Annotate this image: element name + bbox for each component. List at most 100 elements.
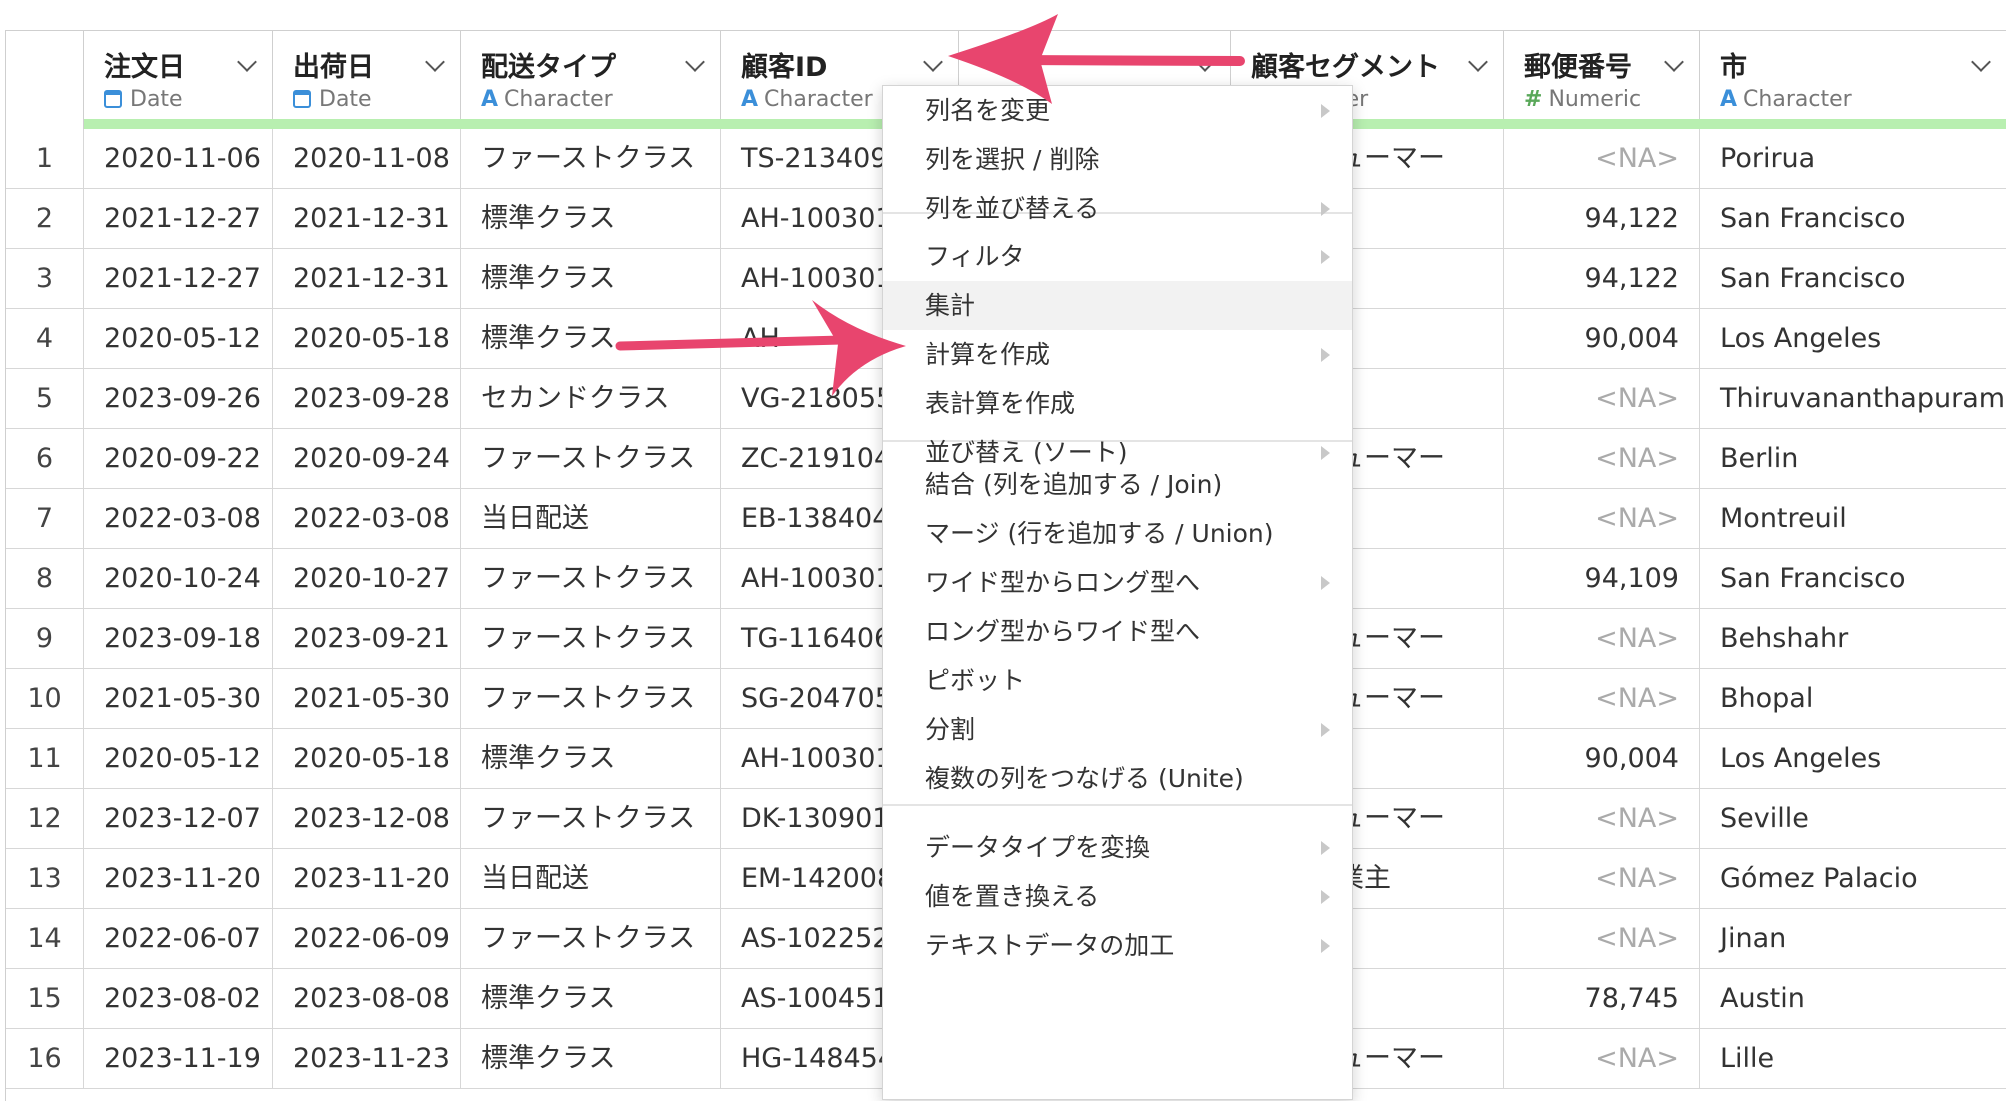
menu-item[interactable]: データタイプを変換: [883, 823, 1352, 872]
cell-city[interactable]: Porirua: [1700, 129, 2006, 189]
cell-postal-code[interactable]: <NA>: [1504, 849, 1700, 909]
cell-ship-date[interactable]: 2023-12-08: [273, 789, 461, 849]
cell-ship-mode[interactable]: ファーストクラス: [461, 789, 721, 849]
chevron-down-icon[interactable]: [923, 52, 943, 72]
row-index[interactable]: 16: [6, 1029, 84, 1089]
cell-postal-code[interactable]: 90,004: [1504, 309, 1700, 369]
cell-postal-code[interactable]: <NA>: [1504, 369, 1700, 429]
cell-postal-code[interactable]: <NA>: [1504, 1029, 1700, 1089]
row-index[interactable]: 1: [6, 129, 84, 189]
cell-ship-mode[interactable]: ファーストクラス: [461, 429, 721, 489]
menu-item[interactable]: 分割: [883, 705, 1352, 754]
cell-city[interactable]: Los Angeles: [1700, 729, 2006, 789]
chevron-down-icon[interactable]: [1195, 52, 1215, 72]
cell-ship-mode[interactable]: ファーストクラス: [461, 909, 721, 969]
menu-item[interactable]: ピボット: [883, 656, 1352, 705]
row-index[interactable]: 12: [6, 789, 84, 849]
row-index[interactable]: 8: [6, 549, 84, 609]
menu-item[interactable]: フィルタ: [883, 232, 1352, 281]
cell-ship-mode[interactable]: 当日配送: [461, 489, 721, 549]
cell-order-date[interactable]: 2021-12-27: [84, 189, 273, 249]
cell-ship-mode[interactable]: ファーストクラス: [461, 549, 721, 609]
cell-ship-mode[interactable]: 標準クラス: [461, 249, 721, 309]
cell-postal-code[interactable]: 94,122: [1504, 189, 1700, 249]
chevron-down-icon[interactable]: [1664, 52, 1684, 72]
cell-order-date[interactable]: 2022-06-07: [84, 909, 273, 969]
cell-ship-date[interactable]: 2020-11-08: [273, 129, 461, 189]
cell-postal-code[interactable]: <NA>: [1504, 609, 1700, 669]
column-header-postal-code[interactable]: 郵便番号 # Numeric: [1504, 31, 1700, 129]
chevron-down-icon[interactable]: [237, 52, 257, 72]
cell-ship-date[interactable]: 2021-12-31: [273, 249, 461, 309]
row-index[interactable]: 2: [6, 189, 84, 249]
cell-city[interactable]: San Francisco: [1700, 189, 2006, 249]
cell-ship-date[interactable]: 2023-11-23: [273, 1029, 461, 1089]
column-header-ship-date[interactable]: 出荷日 Date: [273, 31, 461, 129]
cell-city[interactable]: San Francisco: [1700, 549, 2006, 609]
cell-ship-date[interactable]: 2021-05-30: [273, 669, 461, 729]
chevron-down-icon[interactable]: [1468, 52, 1488, 72]
cell-order-date[interactable]: 2021-12-27: [84, 249, 273, 309]
cell-ship-date[interactable]: 2022-03-08: [273, 489, 461, 549]
cell-ship-mode[interactable]: ファーストクラス: [461, 609, 721, 669]
cell-postal-code[interactable]: <NA>: [1504, 669, 1700, 729]
menu-item[interactable]: 列名を変更: [883, 86, 1352, 135]
cell-postal-code[interactable]: <NA>: [1504, 909, 1700, 969]
cell-postal-code[interactable]: 78,745: [1504, 969, 1700, 1029]
menu-item[interactable]: 表計算を作成: [883, 379, 1352, 428]
cell-postal-code[interactable]: 90,004: [1504, 729, 1700, 789]
column-header-ship-mode[interactable]: 配送タイプ A Character: [461, 31, 721, 129]
row-index[interactable]: 10: [6, 669, 84, 729]
cell-ship-mode[interactable]: ファーストクラス: [461, 129, 721, 189]
cell-ship-date[interactable]: 2023-11-20: [273, 849, 461, 909]
cell-order-date[interactable]: 2020-09-22: [84, 429, 273, 489]
cell-ship-mode[interactable]: 標準クラス: [461, 969, 721, 1029]
chevron-down-icon[interactable]: [425, 52, 445, 72]
cell-ship-date[interactable]: 2023-08-08: [273, 969, 461, 1029]
row-index[interactable]: 4: [6, 309, 84, 369]
row-index[interactable]: 9: [6, 609, 84, 669]
menu-item[interactable]: ロング型からワイド型へ: [883, 607, 1352, 656]
cell-ship-mode[interactable]: 標準クラス: [461, 189, 721, 249]
cell-ship-date[interactable]: 2020-05-18: [273, 729, 461, 789]
cell-order-date[interactable]: 2023-12-07: [84, 789, 273, 849]
cell-order-date[interactable]: 2020-11-06: [84, 129, 273, 189]
cell-ship-date[interactable]: 2020-09-24: [273, 429, 461, 489]
cell-ship-mode[interactable]: セカンドクラス: [461, 369, 721, 429]
cell-ship-mode[interactable]: 標準クラス: [461, 1029, 721, 1089]
cell-city[interactable]: Bhopal: [1700, 669, 2006, 729]
cell-order-date[interactable]: 2023-08-02: [84, 969, 273, 1029]
cell-postal-code[interactable]: <NA>: [1504, 489, 1700, 549]
menu-item[interactable]: 計算を作成: [883, 330, 1352, 379]
cell-ship-date[interactable]: 2021-12-31: [273, 189, 461, 249]
row-index[interactable]: 11: [6, 729, 84, 789]
cell-order-date[interactable]: 2020-10-24: [84, 549, 273, 609]
cell-city[interactable]: Berlin: [1700, 429, 2006, 489]
row-index[interactable]: 15: [6, 969, 84, 1029]
cell-city[interactable]: Jinan: [1700, 909, 2006, 969]
row-index[interactable]: 14: [6, 909, 84, 969]
cell-postal-code[interactable]: 94,109: [1504, 549, 1700, 609]
chevron-down-icon[interactable]: [685, 52, 705, 72]
row-index[interactable]: 6: [6, 429, 84, 489]
chevron-down-icon[interactable]: [1971, 52, 1991, 72]
cell-ship-mode[interactable]: 標準クラス: [461, 309, 721, 369]
cell-ship-mode[interactable]: 当日配送: [461, 849, 721, 909]
cell-ship-date[interactable]: 2020-05-18: [273, 309, 461, 369]
cell-ship-date[interactable]: 2022-06-09: [273, 909, 461, 969]
column-header-city[interactable]: 市 A Character: [1700, 31, 2006, 129]
menu-item[interactable]: 集計: [883, 281, 1352, 330]
cell-postal-code[interactable]: 94,122: [1504, 249, 1700, 309]
cell-city[interactable]: Behshahr: [1700, 609, 2006, 669]
menu-item[interactable]: ワイド型からロング型へ: [883, 558, 1352, 607]
row-index[interactable]: 3: [6, 249, 84, 309]
cell-postal-code[interactable]: <NA>: [1504, 429, 1700, 489]
cell-order-date[interactable]: 2023-09-18: [84, 609, 273, 669]
cell-city[interactable]: Montreuil: [1700, 489, 2006, 549]
cell-order-date[interactable]: 2023-11-19: [84, 1029, 273, 1089]
cell-order-date[interactable]: 2020-05-12: [84, 729, 273, 789]
cell-postal-code[interactable]: <NA>: [1504, 129, 1700, 189]
menu-item[interactable]: 値を置き換える: [883, 872, 1352, 921]
cell-city[interactable]: San Francisco: [1700, 249, 2006, 309]
menu-item[interactable]: 結合 (列を追加する / Join): [883, 460, 1352, 509]
